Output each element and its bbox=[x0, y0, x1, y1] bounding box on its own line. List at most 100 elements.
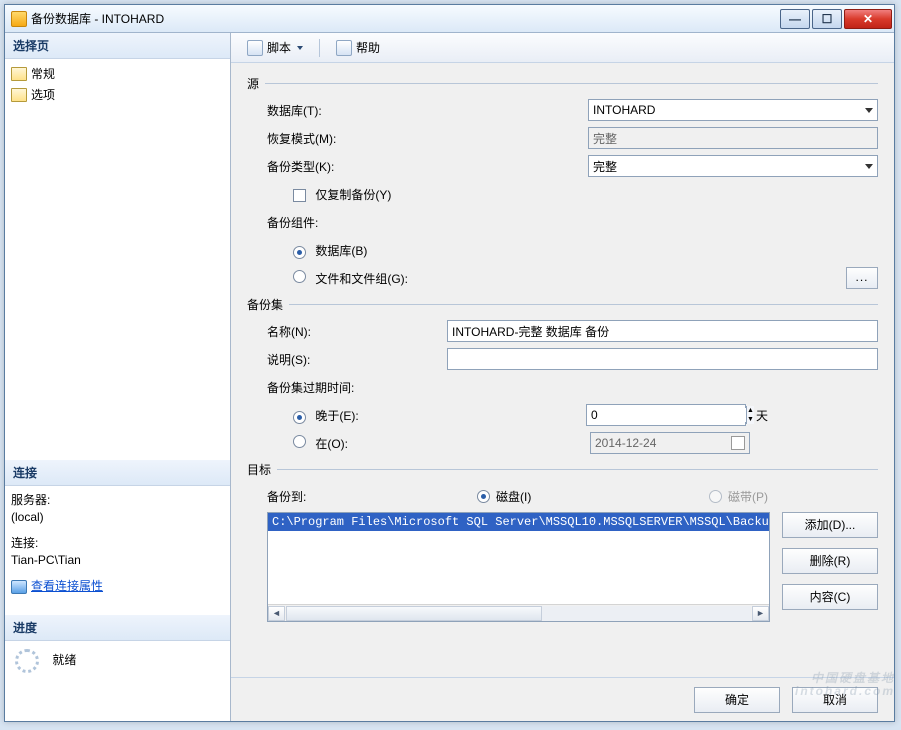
help-label: 帮助 bbox=[356, 39, 380, 56]
expire-after-radio[interactable] bbox=[293, 411, 306, 424]
progress-spinner-icon bbox=[15, 649, 39, 673]
backup-type-label: 备份类型(K): bbox=[267, 158, 447, 175]
spin-up-icon[interactable]: ▲ bbox=[746, 406, 754, 415]
remove-button[interactable]: 删除(R) bbox=[782, 548, 878, 574]
filegroup-browse-button[interactable]: ... bbox=[846, 267, 878, 289]
copy-only-row: 仅复制备份(Y) bbox=[267, 186, 447, 203]
disk-label: 磁盘(I) bbox=[496, 488, 531, 505]
connection-panel: 服务器: (local) 连接: Tian-PC\Tian 查看连接属性 bbox=[5, 486, 230, 599]
progress-panel: 就绪 bbox=[5, 641, 230, 681]
progress-header: 进度 bbox=[5, 615, 230, 641]
expire-on-radio[interactable] bbox=[293, 435, 306, 448]
scroll-left-icon[interactable]: ◄ bbox=[268, 606, 285, 621]
page-icon bbox=[11, 88, 27, 102]
main-panel: 脚本 帮助 源 数据库(T): INTOHARD bbox=[231, 33, 894, 721]
expire-days-spinner[interactable]: ▲▼ bbox=[586, 404, 746, 426]
scroll-track[interactable] bbox=[286, 606, 751, 621]
script-icon bbox=[247, 40, 263, 56]
expire-on-label: 在(O): bbox=[315, 437, 348, 451]
help-button[interactable]: 帮助 bbox=[330, 37, 386, 58]
scroll-right-icon[interactable]: ► bbox=[752, 606, 769, 621]
expire-on-value: 2014-12-24 bbox=[595, 436, 656, 450]
recovery-label: 恢复模式(M): bbox=[267, 130, 447, 147]
ok-button[interactable]: 确定 bbox=[694, 687, 780, 713]
component-database-label: 数据库(B) bbox=[315, 244, 367, 258]
nav-label: 常规 bbox=[31, 65, 55, 82]
source-header: 源 bbox=[247, 75, 265, 92]
destination-list[interactable]: C:\Program Files\Microsoft SQL Server\MS… bbox=[267, 512, 770, 622]
database-label: 数据库(T): bbox=[267, 102, 447, 119]
tape-label: 磁带(P) bbox=[728, 488, 768, 505]
horizontal-scrollbar[interactable]: ◄ ► bbox=[268, 604, 769, 621]
connection-label: 连接: bbox=[11, 533, 224, 552]
tape-radio bbox=[709, 490, 722, 503]
view-connection-properties[interactable]: 查看连接属性 bbox=[11, 576, 224, 595]
close-button[interactable]: ✕ bbox=[844, 9, 892, 29]
recovery-field: 完整 bbox=[588, 127, 878, 149]
database-select[interactable]: INTOHARD bbox=[588, 99, 878, 121]
script-button[interactable]: 脚本 bbox=[241, 37, 309, 58]
scroll-thumb[interactable] bbox=[286, 606, 542, 621]
database-value: INTOHARD bbox=[593, 103, 655, 117]
recovery-value: 完整 bbox=[593, 130, 617, 147]
minimize-button[interactable]: — bbox=[780, 9, 810, 29]
nav-label: 选项 bbox=[31, 86, 55, 103]
nav-options[interactable]: 选项 bbox=[11, 84, 224, 105]
dialog-footer: 确定 取消 bbox=[231, 677, 894, 721]
titlebar: 备份数据库 - INTOHARD — ☐ ✕ bbox=[5, 5, 894, 33]
component-label: 备份组件: bbox=[267, 214, 447, 231]
backup-type-value: 完整 bbox=[593, 158, 617, 175]
nav-list: 常规 选项 bbox=[5, 59, 230, 109]
component-filegroup-radio[interactable] bbox=[293, 270, 306, 283]
component-database-radio[interactable] bbox=[293, 246, 306, 259]
name-input[interactable] bbox=[447, 320, 878, 342]
toolbar: 脚本 帮助 bbox=[231, 33, 894, 63]
form-area: 源 数据库(T): INTOHARD 恢复模式(M): 完整 bbox=[231, 63, 894, 677]
chevron-down-icon bbox=[297, 46, 303, 50]
destination-header: 目标 bbox=[247, 461, 277, 478]
cancel-button[interactable]: 取消 bbox=[792, 687, 878, 713]
app-icon bbox=[11, 11, 27, 27]
backup-to-label: 备份到: bbox=[267, 488, 447, 505]
expire-days-unit: 天 bbox=[756, 407, 768, 424]
destination-item[interactable]: C:\Program Files\Microsoft SQL Server\MS… bbox=[268, 513, 769, 531]
description-label: 说明(S): bbox=[267, 351, 447, 368]
dialog-body: 选择页 常规 选项 连接 服务器: (local) 连接: Tian-PC\Ti… bbox=[5, 33, 894, 721]
backup-type-select[interactable]: 完整 bbox=[588, 155, 878, 177]
dialog-window: 备份数据库 - INTOHARD — ☐ ✕ 选择页 常规 选项 连接 服务器:… bbox=[4, 4, 895, 722]
expire-on-date: 2014-12-24 bbox=[590, 432, 750, 454]
server-label: 服务器: bbox=[11, 490, 224, 509]
disk-radio[interactable] bbox=[477, 490, 490, 503]
chevron-down-icon bbox=[865, 164, 873, 169]
copy-only-label: 仅复制备份(Y) bbox=[315, 188, 391, 202]
add-button[interactable]: 添加(D)... bbox=[782, 512, 878, 538]
contents-button[interactable]: 内容(C) bbox=[782, 584, 878, 610]
copy-only-checkbox[interactable] bbox=[293, 189, 306, 202]
help-icon bbox=[336, 40, 352, 56]
maximize-button[interactable]: ☐ bbox=[812, 9, 842, 29]
component-filegroup-label: 文件和文件组(G): bbox=[315, 272, 408, 286]
expire-days-value[interactable] bbox=[591, 408, 746, 422]
group-backup-set: 备份集 名称(N): 说明(S): 备份集过期时间: bbox=[247, 296, 878, 455]
group-source: 源 数据库(T): INTOHARD 恢复模式(M): 完整 bbox=[247, 75, 878, 290]
window-title: 备份数据库 - INTOHARD bbox=[31, 10, 778, 27]
progress-status: 就绪 bbox=[52, 653, 76, 667]
backup-set-header: 备份集 bbox=[247, 296, 289, 313]
sidebar: 选择页 常规 选项 连接 服务器: (local) 连接: Tian-PC\Ti… bbox=[5, 33, 231, 721]
script-label: 脚本 bbox=[267, 39, 291, 56]
nav-general[interactable]: 常规 bbox=[11, 63, 224, 84]
description-input[interactable] bbox=[447, 348, 878, 370]
connection-icon bbox=[11, 580, 27, 594]
toolbar-separator bbox=[319, 39, 320, 57]
expire-after-label: 晚于(E): bbox=[315, 409, 358, 423]
window-buttons: — ☐ ✕ bbox=[778, 9, 892, 29]
connection-value: Tian-PC\Tian bbox=[11, 552, 224, 568]
group-destination: 目标 备份到: 磁盘(I) 磁带(P) C:\Program Files\ bbox=[247, 461, 878, 622]
name-label: 名称(N): bbox=[267, 323, 447, 340]
server-value: (local) bbox=[11, 509, 224, 525]
expire-label: 备份集过期时间: bbox=[267, 379, 447, 396]
spin-down-icon[interactable]: ▼ bbox=[746, 415, 754, 424]
calendar-icon bbox=[731, 436, 745, 450]
page-icon bbox=[11, 67, 27, 81]
connection-header: 连接 bbox=[5, 460, 230, 486]
